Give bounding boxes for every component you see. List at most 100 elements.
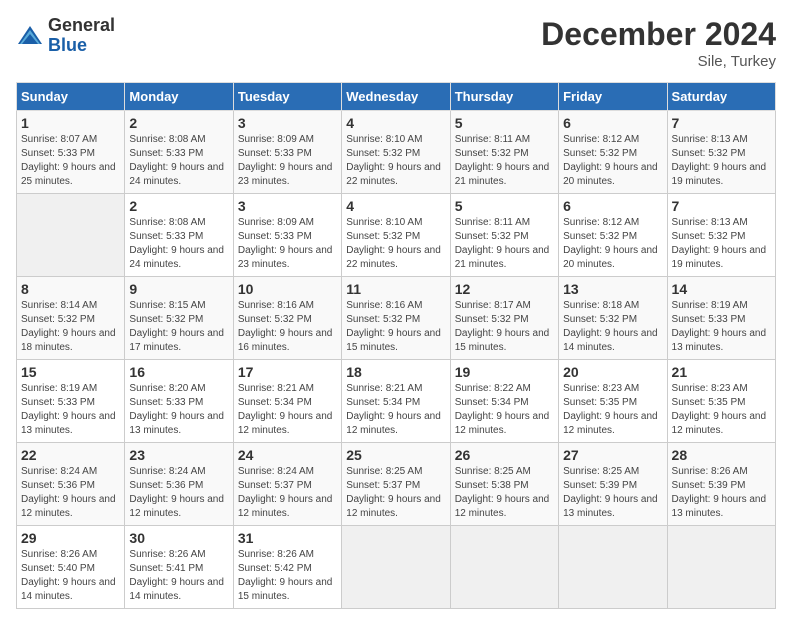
day-number: 30 [129, 530, 228, 546]
day-number: 20 [563, 364, 662, 380]
day-info: Sunrise: 8:15 AM Sunset: 5:32 PM Dayligh… [129, 299, 228, 355]
day-info: Sunrise: 8:26 AM Sunset: 5:42 PM Dayligh… [238, 548, 337, 604]
col-wednesday: Wednesday [342, 83, 450, 111]
calendar-cell [342, 526, 450, 609]
table-row: 1Sunrise: 8:07 AM Sunset: 5:33 PM Daylig… [17, 111, 776, 194]
calendar-cell [17, 194, 125, 277]
col-monday: Monday [125, 83, 233, 111]
day-number: 10 [238, 281, 337, 297]
day-info: Sunrise: 8:18 AM Sunset: 5:32 PM Dayligh… [563, 299, 662, 355]
calendar-cell: 27Sunrise: 8:25 AM Sunset: 5:39 PM Dayli… [559, 443, 667, 526]
day-info: Sunrise: 8:26 AM Sunset: 5:41 PM Dayligh… [129, 548, 228, 604]
calendar-cell: 10Sunrise: 8:16 AM Sunset: 5:32 PM Dayli… [233, 277, 341, 360]
day-info: Sunrise: 8:19 AM Sunset: 5:33 PM Dayligh… [21, 382, 120, 438]
calendar-cell: 19Sunrise: 8:22 AM Sunset: 5:34 PM Dayli… [450, 360, 558, 443]
calendar-cell: 16 Sunrise: 8:20 AM Sunset: 5:33 PM Dayli… [125, 360, 233, 443]
calendar-cell: 26 Sunrise: 8:25 AM Sunset: 5:38 PM Dayli… [450, 443, 558, 526]
calendar-cell: 12 Sunrise: 8:17 AM Sunset: 5:32 PM Dayli… [450, 277, 558, 360]
calendar-cell: 24Sunrise: 8:24 AM Sunset: 5:37 PM Dayli… [233, 443, 341, 526]
day-info: Sunrise: 8:11 AM Sunset: 5:32 PM Dayligh… [455, 133, 554, 189]
day-number: 26 [455, 447, 554, 463]
col-saturday: Saturday [667, 83, 775, 111]
day-number: 6 [563, 115, 662, 131]
table-row: 15 Sunrise: 8:19 AM Sunset: 5:33 PM Dayli… [17, 360, 776, 443]
day-info: Sunrise: 8:12 AM Sunset: 5:32 PM Dayligh… [563, 216, 662, 272]
calendar-header-row: Sunday Monday Tuesday Wednesday Thursday… [17, 83, 776, 111]
day-number: 13 [563, 281, 662, 297]
day-info: Sunrise: 8:25 AM Sunset: 5:39 PM Dayligh… [563, 465, 662, 521]
day-info: Sunrise: 8:13 AM Sunset: 5:32 PM Dayligh… [672, 216, 771, 272]
day-number: 18 [346, 364, 445, 380]
calendar-cell: 28 Sunrise: 8:26 AM Sunset: 5:39 PM Dayli… [667, 443, 775, 526]
day-number: 4 [346, 115, 445, 131]
day-number: 19 [455, 364, 554, 380]
calendar-cell: 22 Sunrise: 8:24 AM Sunset: 5:36 PM Dayli… [17, 443, 125, 526]
calendar-cell: 20 Sunrise: 8:23 AM Sunset: 5:35 PM Dayli… [559, 360, 667, 443]
calendar-cell: 4Sunrise: 8:10 AM Sunset: 5:32 PM Daylig… [342, 194, 450, 277]
day-info: Sunrise: 8:26 AM Sunset: 5:39 PM Dayligh… [672, 465, 771, 521]
day-info: Sunrise: 8:24 AM Sunset: 5:36 PM Dayligh… [129, 465, 228, 521]
day-info: Sunrise: 8:25 AM Sunset: 5:38 PM Dayligh… [455, 465, 554, 521]
calendar-cell: 6Sunrise: 8:12 AM Sunset: 5:32 PM Daylig… [559, 111, 667, 194]
calendar-cell: 14 Sunrise: 8:19 AM Sunset: 5:33 PM Dayli… [667, 277, 775, 360]
day-info: Sunrise: 8:09 AM Sunset: 5:33 PM Dayligh… [238, 133, 337, 189]
day-info: Sunrise: 8:08 AM Sunset: 5:33 PM Dayligh… [129, 216, 228, 272]
calendar-cell: 25 Sunrise: 8:25 AM Sunset: 5:37 PM Dayli… [342, 443, 450, 526]
calendar-cell: 2Sunrise: 8:08 AM Sunset: 5:33 PM Daylig… [125, 194, 233, 277]
calendar-cell: 7Sunrise: 8:13 AM Sunset: 5:32 PM Daylig… [667, 111, 775, 194]
day-info: Sunrise: 8:09 AM Sunset: 5:33 PM Dayligh… [238, 216, 337, 272]
day-info: Sunrise: 8:14 AM Sunset: 5:32 PM Dayligh… [21, 299, 120, 355]
calendar-cell [559, 526, 667, 609]
day-info: Sunrise: 8:23 AM Sunset: 5:35 PM Dayligh… [563, 382, 662, 438]
day-number: 12 [455, 281, 554, 297]
page-header: General Blue December 2024 Sile, Turkey [16, 16, 776, 70]
day-number: 22 [21, 447, 120, 463]
table-row: 22 Sunrise: 8:24 AM Sunset: 5:36 PM Dayli… [17, 443, 776, 526]
day-info: Sunrise: 8:17 AM Sunset: 5:32 PM Dayligh… [455, 299, 554, 355]
day-info: Sunrise: 8:08 AM Sunset: 5:33 PM Dayligh… [129, 133, 228, 189]
day-info: Sunrise: 8:19 AM Sunset: 5:33 PM Dayligh… [672, 299, 771, 355]
day-info: Sunrise: 8:24 AM Sunset: 5:36 PM Dayligh… [21, 465, 120, 521]
day-info: Sunrise: 8:13 AM Sunset: 5:32 PM Dayligh… [672, 133, 771, 189]
calendar-cell: 15 Sunrise: 8:19 AM Sunset: 5:33 PM Dayli… [17, 360, 125, 443]
day-number: 14 [672, 281, 771, 297]
calendar-cell: 1Sunrise: 8:07 AM Sunset: 5:33 PM Daylig… [17, 111, 125, 194]
day-number: 15 [21, 364, 120, 380]
table-row: 8 Sunrise: 8:14 AM Sunset: 5:32 PM Daylig… [17, 277, 776, 360]
day-info: Sunrise: 8:16 AM Sunset: 5:32 PM Dayligh… [346, 299, 445, 355]
calendar-cell: 13 Sunrise: 8:18 AM Sunset: 5:32 PM Dayli… [559, 277, 667, 360]
day-number: 16 [129, 364, 228, 380]
day-info: Sunrise: 8:25 AM Sunset: 5:37 PM Dayligh… [346, 465, 445, 521]
calendar-table: Sunday Monday Tuesday Wednesday Thursday… [16, 82, 776, 609]
calendar-cell: 29 Sunrise: 8:26 AM Sunset: 5:40 PM Dayli… [17, 526, 125, 609]
day-info: Sunrise: 8:11 AM Sunset: 5:32 PM Dayligh… [455, 216, 554, 272]
day-number: 24 [238, 447, 337, 463]
col-sunday: Sunday [17, 83, 125, 111]
calendar-cell: 3 Sunrise: 8:09 AM Sunset: 5:33 PM Daylig… [233, 111, 341, 194]
day-info: Sunrise: 8:26 AM Sunset: 5:40 PM Dayligh… [21, 548, 120, 604]
day-number: 3 [238, 198, 337, 214]
calendar-cell: 6Sunrise: 8:12 AM Sunset: 5:32 PM Daylig… [559, 194, 667, 277]
day-number: 28 [672, 447, 771, 463]
day-number: 5 [455, 115, 554, 131]
day-info: Sunrise: 8:20 AM Sunset: 5:33 PM Dayligh… [129, 382, 228, 438]
calendar-cell: 3 Sunrise: 8:09 AM Sunset: 5:33 PM Daylig… [233, 194, 341, 277]
day-info: Sunrise: 8:10 AM Sunset: 5:32 PM Dayligh… [346, 216, 445, 272]
calendar-cell: 4Sunrise: 8:10 AM Sunset: 5:32 PM Daylig… [342, 111, 450, 194]
day-number: 21 [672, 364, 771, 380]
calendar-cell: 2Sunrise: 8:08 AM Sunset: 5:33 PM Daylig… [125, 111, 233, 194]
day-number: 25 [346, 447, 445, 463]
calendar-cell [450, 526, 558, 609]
day-number: 3 [238, 115, 337, 131]
logo-icon [16, 22, 44, 50]
day-number: 29 [21, 530, 120, 546]
calendar-cell: 7Sunrise: 8:13 AM Sunset: 5:32 PM Daylig… [667, 194, 775, 277]
calendar-cell: 21Sunrise: 8:23 AM Sunset: 5:35 PM Dayli… [667, 360, 775, 443]
table-row: 29 Sunrise: 8:26 AM Sunset: 5:40 PM Dayli… [17, 526, 776, 609]
day-number: 11 [346, 281, 445, 297]
calendar-cell: 11 Sunrise: 8:16 AM Sunset: 5:32 PM Dayli… [342, 277, 450, 360]
day-number: 8 [21, 281, 120, 297]
logo: General Blue [16, 16, 115, 56]
col-tuesday: Tuesday [233, 83, 341, 111]
day-info: Sunrise: 8:21 AM Sunset: 5:34 PM Dayligh… [238, 382, 337, 438]
